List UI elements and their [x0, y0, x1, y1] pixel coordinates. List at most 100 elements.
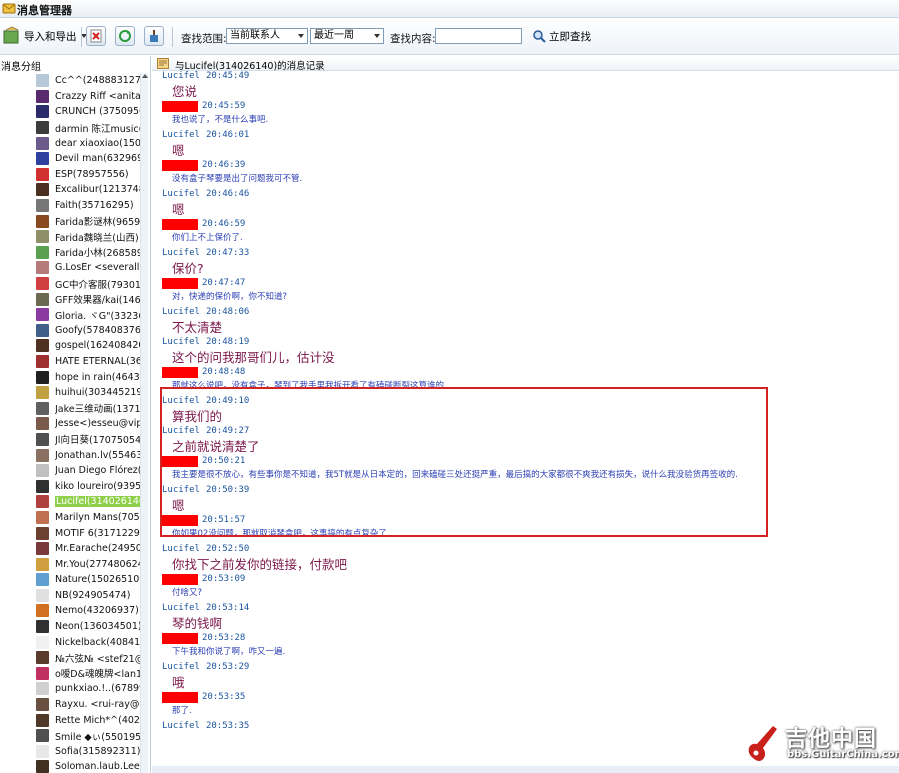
message-sender: Lucifel [162, 337, 200, 347]
scope-select[interactable]: 当前联系人 [226, 28, 308, 44]
contact-item[interactable]: Nature(150265105) [36, 572, 140, 588]
message-sender-line: 20:48:48 [162, 367, 892, 378]
contact-item[interactable]: GC中介客服(793015 [36, 276, 140, 292]
contact-list: Cc^^(248883127) Crazzy Riff <anitar21@ CRU… [36, 73, 140, 773]
contact-item[interactable]: Smile ◆ぃ(55019595 [36, 728, 140, 744]
message-sender-line: Lucifel 20:46:01 [162, 130, 892, 141]
contact-item[interactable]: Gloria. ヾG"(3323602 [36, 307, 140, 323]
message-sender: Lucifel [162, 603, 200, 613]
contact-item[interactable]: Sofia(315892311) [36, 744, 140, 760]
contact-item[interactable]: hope in rain(4643420 [36, 369, 140, 385]
avatar [36, 713, 49, 727]
contact-name: №六弦№ <stef21@q [55, 653, 140, 665]
contact-name: Lucifel(314026140) [55, 496, 140, 508]
contact-item[interactable]: Excalibur(121374869) [36, 182, 140, 198]
contact-item[interactable]: Cc^^(248883127) [36, 73, 140, 89]
contact-item[interactable]: Mr.You(277480624) [36, 556, 140, 572]
message-time: 20:46:59 [202, 219, 246, 229]
contact-item[interactable]: Devil man(632969509 [36, 151, 140, 167]
contact-item[interactable]: Farida影谜林(965951 [36, 213, 140, 229]
avatar [36, 89, 49, 103]
redacted-name [162, 574, 198, 585]
contact-item[interactable]: Faith(35716295) [36, 198, 140, 214]
contact-item[interactable]: darmin 陈江music(842 [36, 120, 140, 136]
contact-item[interactable]: Jl向日葵(170750544 [36, 432, 140, 448]
contact-item[interactable]: Crazzy Riff <anitar21@ [36, 89, 140, 105]
contact-item[interactable]: ESP(78957556) [36, 167, 140, 183]
search-button[interactable]: 立即查找 [532, 25, 591, 47]
contact-item[interactable]: HATE ETERNAL(36493 [36, 354, 140, 370]
contact-item[interactable]: Jonathan.lv(5546326 [36, 447, 140, 463]
avatar [36, 464, 49, 478]
refresh-button[interactable] [115, 25, 135, 47]
message-text: 没有盒子琴要是出了问题我可不管. [172, 174, 303, 184]
contact-item[interactable]: Juan Diego Flórez(666 [36, 463, 140, 479]
avatar [36, 651, 49, 665]
contact-name: gospel(1624084201) [55, 340, 140, 352]
contact-item[interactable]: Jesse<)esseu@vip.qq [36, 416, 140, 432]
contact-item[interactable]: NB(924905474) [36, 588, 140, 604]
message-text: 不太清楚 [172, 320, 223, 335]
import-export-button[interactable]: 导入和导出 [2, 25, 88, 47]
message-text: 付啥又? [172, 588, 203, 598]
message-time: 20:53:29 [205, 662, 250, 672]
contact-name: Nature(150265105) [55, 574, 140, 586]
contact-item[interactable]: kiko loureiro(9395212 [36, 478, 140, 494]
contact-item[interactable]: MOTIF 6(317122973) [36, 525, 140, 541]
sidebar-scrollbar[interactable] [140, 73, 148, 773]
contact-item[interactable]: G.LosEr <severalluv@ [36, 260, 140, 276]
contact-item[interactable]: Soloman.laub.Lee(835 [36, 759, 140, 773]
contact-item[interactable]: dear xiaoxiao(150594 [36, 135, 140, 151]
chat-header: 与Lucifel(314026140)的消息记录 [152, 57, 899, 72]
delete-button[interactable] [86, 25, 106, 47]
contact-item[interactable]: Goofy(578408376) [36, 323, 140, 339]
scroll-up-icon[interactable] [142, 74, 148, 78]
contact-item[interactable]: Rayxu. <rui-ray@qq.c [36, 697, 140, 713]
contact-name: ESP(78957556) [55, 168, 129, 180]
message-sender: Lucifel [162, 189, 200, 199]
avatar [36, 542, 49, 556]
avatar [36, 245, 49, 259]
clean-button[interactable] [144, 25, 164, 47]
contact-item[interactable]: Lucifel(314026140) [36, 494, 140, 510]
contact-item[interactable]: Farida小林(26858910 [36, 245, 140, 261]
avatar [36, 682, 49, 696]
message-sender: Lucifel [162, 721, 200, 731]
message-time: 20:53:14 [205, 603, 250, 613]
contact-item[interactable]: o嗳D&魂魄牌<lan198 [36, 666, 140, 682]
contact-item[interactable]: punkxiao.!..(6789929 [36, 681, 140, 697]
avatar [36, 292, 49, 306]
avatar [36, 277, 49, 291]
message-time: 20:47:33 [205, 248, 250, 258]
message-text: 嗯 [172, 202, 185, 217]
range-select[interactable]: 最近一周 [310, 28, 384, 44]
contact-name: hope in rain(4643420 [55, 371, 140, 383]
watermark: 吉他中国 bbs.GuitarChina.com [745, 715, 899, 770]
avatar [36, 370, 49, 384]
contact-item[interactable]: Jake三维动画(13716 [36, 400, 140, 416]
search-input[interactable] [435, 28, 522, 44]
contact-item[interactable]: Rette Mich*^(402799 [36, 712, 140, 728]
avatar [36, 230, 49, 244]
message-sender-line: 20:53:35 [162, 692, 892, 703]
contact-item[interactable]: Neon(136034501) [36, 619, 140, 635]
contact-item[interactable]: Nickelback(40841453( [36, 634, 140, 650]
avatar [36, 183, 49, 197]
contact-item[interactable]: Mr.Earache(24950820 [36, 541, 140, 557]
refresh-icon [119, 30, 131, 42]
message-sender-line: Lucifel 20:53:29 [162, 662, 892, 673]
avatar [36, 635, 49, 649]
contact-item[interactable]: huihui(303445219) [36, 385, 140, 401]
message-sender: Lucifel [162, 544, 200, 554]
pane-divider[interactable] [150, 56, 151, 773]
contact-item[interactable]: CRUNCH (375095649 [36, 104, 140, 120]
contact-item[interactable]: Marilyn Mans(7055380 [36, 510, 140, 526]
avatar [36, 557, 49, 571]
contact-item[interactable]: №六弦№ <stef21@q [36, 650, 140, 666]
contact-item[interactable]: gospel(1624084201) [36, 338, 140, 354]
contact-item[interactable]: Farida魏晓兰(山西) [36, 229, 140, 245]
contact-item[interactable]: Nemo(43206937) [36, 603, 140, 619]
contact-name: Mr.Earache(24950820 [55, 543, 140, 555]
contact-item[interactable]: GFF效果器/kai(14614 [36, 291, 140, 307]
delete-icon [90, 29, 102, 43]
